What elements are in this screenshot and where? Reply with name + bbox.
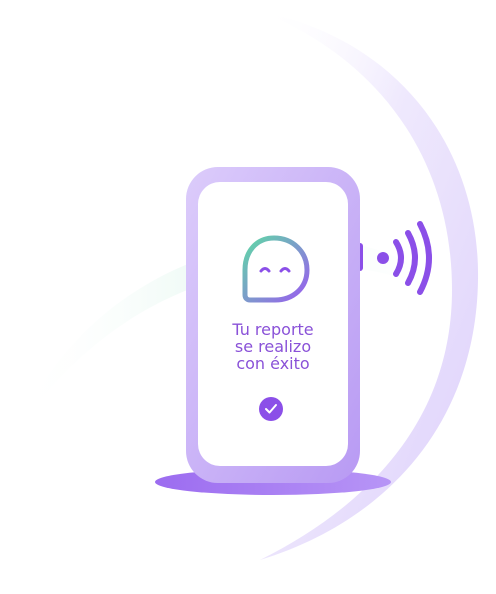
message-line-2: se realizo — [234, 337, 312, 356]
message-line-3: con éxito — [236, 354, 310, 373]
checkmark-icon — [259, 397, 283, 421]
success-message: Tu reporte se realizo con éxito — [203, 321, 343, 372]
phone-screen-content: Tu reporte se realizo con éxito — [198, 182, 348, 466]
message-line-1: Tu reporte — [232, 320, 314, 339]
